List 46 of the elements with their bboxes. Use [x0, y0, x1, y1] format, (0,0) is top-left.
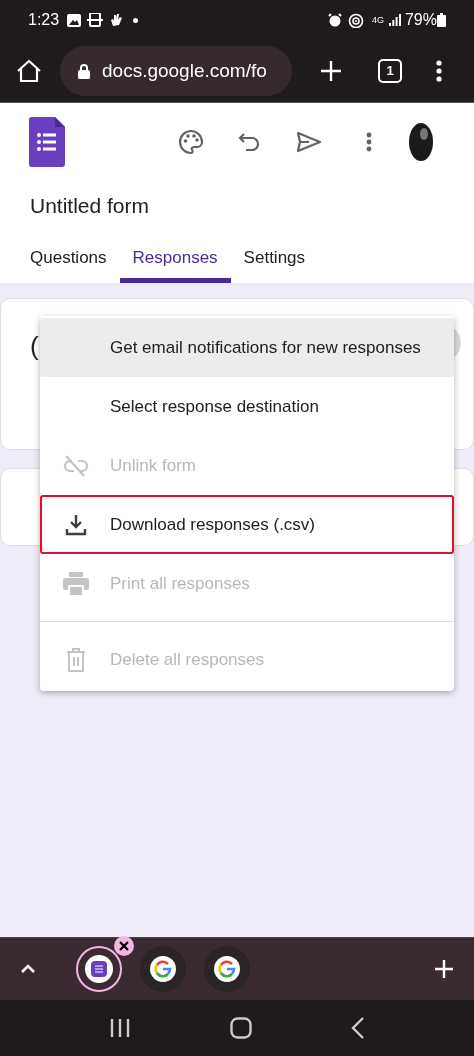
avatar-icon[interactable] — [408, 121, 434, 162]
menu-item[interactable]: Get email notifications for new responses — [40, 318, 454, 377]
printer-icon — [63, 571, 89, 596]
tab-strip-tab[interactable] — [76, 946, 122, 992]
new-tab-icon[interactable] — [434, 959, 454, 979]
tab-count-button[interactable]: 1 — [378, 59, 402, 83]
address-bar[interactable]: docs.google.com/fo — [60, 46, 292, 96]
palette-icon[interactable] — [178, 128, 204, 155]
url-text: docs.google.com/fo — [102, 58, 267, 83]
trash-icon — [66, 647, 86, 672]
back-icon[interactable] — [350, 1017, 365, 1039]
google-icon — [150, 956, 176, 982]
battery-icon — [437, 13, 446, 27]
form-title: Untitled form — [30, 192, 151, 219]
download-icon — [65, 513, 87, 536]
home-button-icon[interactable] — [230, 1017, 252, 1039]
more-icon[interactable] — [366, 131, 372, 152]
alarm-icon — [327, 13, 342, 27]
form-tab[interactable]: Settings — [230, 237, 319, 283]
image-icon — [67, 13, 82, 27]
more-icon[interactable] — [436, 60, 442, 82]
battery-level: 79% — [404, 10, 437, 30]
network-type: 4G — [371, 15, 384, 25]
recent-apps-icon[interactable] — [109, 1018, 132, 1038]
forms-icon — [85, 955, 113, 983]
forms-logo-icon — [29, 116, 65, 167]
google-icon — [214, 956, 240, 982]
send-icon[interactable] — [296, 130, 322, 153]
tab-strip-tab[interactable] — [204, 946, 250, 992]
undo-icon[interactable] — [238, 132, 260, 151]
unlink-icon — [63, 453, 89, 478]
new-tab-icon[interactable] — [320, 60, 342, 82]
close-icon[interactable] — [114, 936, 134, 956]
menu-item[interactable]: Select response destination — [40, 377, 454, 436]
tab-strip-tab[interactable] — [140, 946, 186, 992]
collapse-icon[interactable] — [20, 964, 36, 974]
home-icon[interactable] — [16, 59, 42, 83]
menu-item[interactable]: Download responses (.csv) — [40, 495, 454, 554]
dot-icon — [133, 17, 139, 23]
status-time: 1:23 — [28, 10, 60, 30]
card-title: ( — [30, 330, 39, 363]
lock-icon — [78, 63, 90, 79]
signal-icon — [388, 14, 401, 26]
hotspot-icon — [347, 12, 364, 28]
hand-icon — [109, 13, 124, 27]
form-tab[interactable]: Questions — [17, 237, 120, 283]
